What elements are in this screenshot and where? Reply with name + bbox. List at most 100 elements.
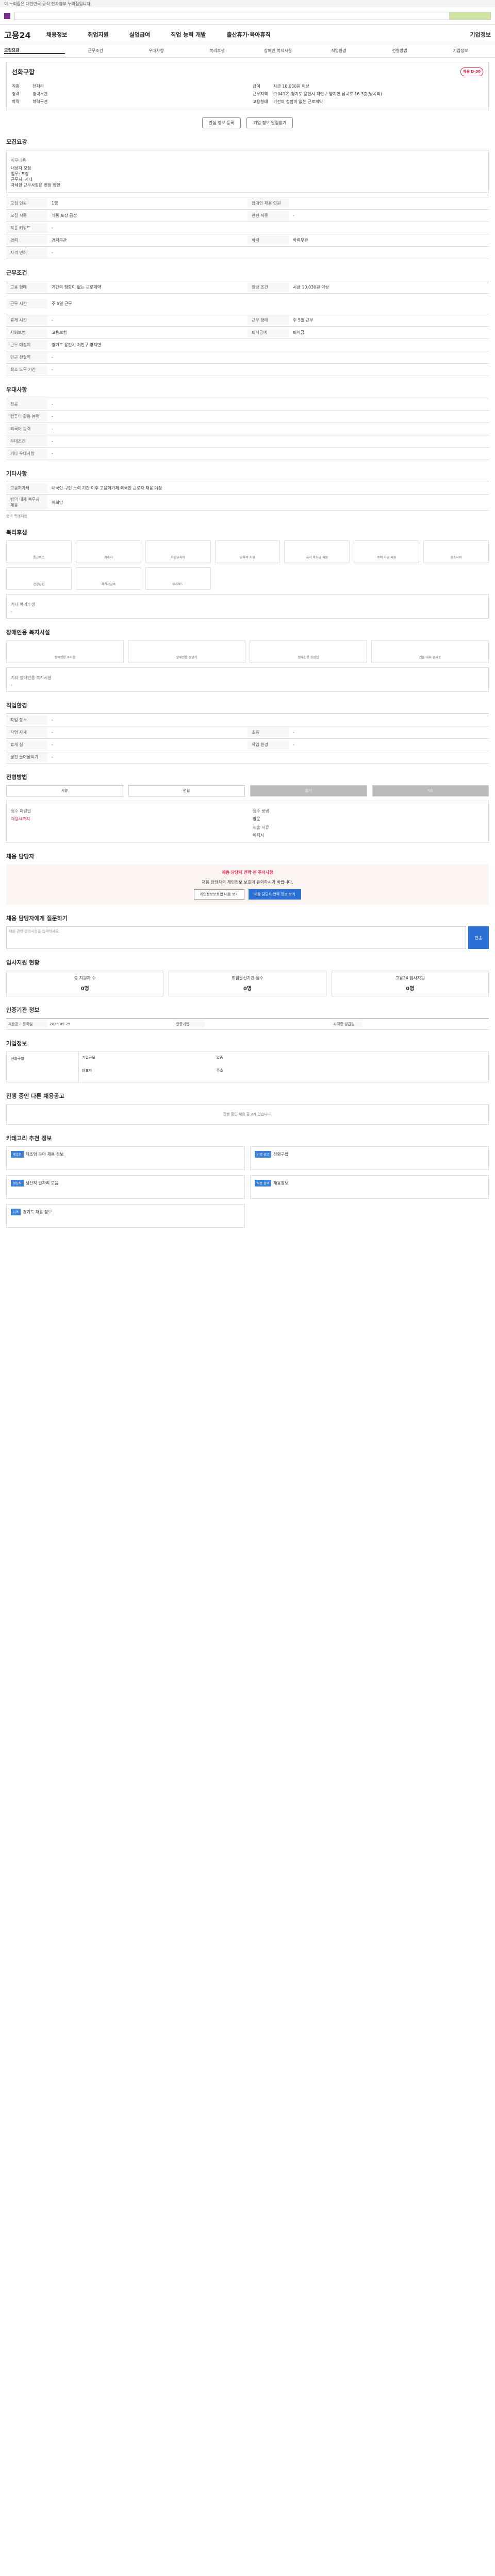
tab-welfare[interactable]: 복리후생: [187, 48, 248, 54]
table-cell: 시급 10,030원 이상: [293, 285, 329, 290]
bulletin-grid: 제조업 제조업 분야 채용 정보 기업 공고 선화구합 생산직 생산직 일자리 모음 …: [6, 1146, 489, 1228]
privacy-button[interactable]: 개인정보보호법 내용 보기: [194, 889, 244, 900]
env-table: 작업 장소 - 작업 자세 - 소음 - 휴게 실 - 작업 환경 - 물건 들어올리기 -: [6, 714, 489, 764]
favorite-button[interactable]: 관심 정보 등록: [202, 117, 241, 128]
table-cell: 컴퓨터 활용 능력: [6, 412, 47, 421]
main-nav: 고용24 채용정보 취업지원 실업급여 직업 능력 개발 출산휴가·육아휴직 기…: [0, 25, 495, 44]
tab-recruit[interactable]: 모집요강: [4, 47, 65, 54]
book-icon: 자기개발비: [75, 567, 141, 590]
stat-agency: 취업알선기관 접수 0명: [169, 971, 326, 996]
table-cell: 모집 인원: [6, 198, 47, 208]
welfare-extra-label: 기타 복리후생: [11, 602, 35, 607]
contact-title: 채용 담당자: [6, 853, 35, 860]
stat-online: 고용24 입사지원 0명: [331, 971, 489, 996]
facility-extra-label: 기타 장애인용 복지시설: [11, 675, 52, 680]
welfare-title: 복리후생: [6, 529, 27, 536]
table-cell: -: [293, 730, 294, 735]
contact-info-button[interactable]: 채용 담당자 연락 정보 보기: [248, 889, 301, 900]
table-cell: -: [52, 414, 53, 419]
bulletin-item[interactable]: 직종 검색 채용정보: [250, 1175, 489, 1199]
table-cell: 내국인 구인 노력 기간 이후 고용허가제 외국인 근로자 채용 예정: [52, 486, 162, 490]
table-cell: 물건 들어올리기: [6, 752, 47, 762]
site-logo[interactable]: 고용24: [4, 28, 31, 41]
tab-facility[interactable]: 장애인 복지시설: [248, 48, 308, 54]
table-cell: -: [52, 427, 53, 431]
bulletin-item[interactable]: 기업 공고 선화구합: [250, 1146, 489, 1170]
welfare-extra: -: [11, 609, 12, 614]
pref-title: 우대사항: [6, 386, 27, 393]
biz-cell: 업종: [216, 1056, 223, 1060]
gift-icon: 경조사비: [423, 540, 489, 563]
table-cell: 근무 시간: [6, 299, 47, 309]
inquiry-submit-button[interactable]: 전송: [468, 926, 489, 949]
method-title: 전형방법: [6, 774, 27, 781]
tab-env[interactable]: 직업환경: [308, 48, 369, 54]
table-cell: 퇴직금: [293, 330, 305, 335]
salary-label: 급여: [253, 84, 260, 89]
method-doc: 서류: [6, 785, 123, 796]
tab-method[interactable]: 전형방법: [369, 48, 430, 54]
table-cell: 직종 키워드: [6, 223, 47, 233]
related-empty: 진행 중인 채용 공고가 없습니다.: [6, 1104, 489, 1125]
table-cell: -: [293, 742, 294, 747]
job-desc-box: 직무내용 대상자 모집 업무: 포장 근무지: 사내 자세한 근무사항은 현장 …: [6, 150, 489, 193]
inquiry-title: 채용 담당자에게 질문하기: [6, 915, 68, 922]
nav-item-support[interactable]: 취업지원: [88, 30, 108, 39]
bulletin-item[interactable]: 제조업 제조업 분야 채용 정보: [6, 1146, 245, 1170]
table-cell: 휴게 시간: [6, 315, 47, 325]
contact-box: 채용 담당자 연락 전 주의사항 채용 담당자의 개인정보 보호에 유의하시기 …: [6, 865, 489, 905]
status-badge: 채용 D-30: [460, 67, 483, 76]
tab-company[interactable]: 기업정보: [430, 48, 491, 54]
tab-pref[interactable]: 우대사항: [126, 48, 187, 54]
related-title: 진행 중인 다른 채용공고: [6, 1093, 64, 1099]
env-title: 직업환경: [6, 702, 27, 709]
summary-card: 선화구합 채용 D-30 직종 전처리 경력 경력무관 학력 학력무관 급여 시급 10,…: [6, 62, 489, 110]
table-cell: 비희망: [52, 500, 63, 505]
loc-label: 근무지역: [253, 92, 268, 96]
other-title: 기타사항: [6, 470, 27, 477]
search-button[interactable]: [449, 12, 490, 20]
edu-value: 학력무관: [32, 99, 48, 104]
biz-cell: 주소: [216, 1069, 223, 1073]
special-link[interactable]: 병역 특례채용: [6, 514, 489, 519]
biz-name: 선화구합: [7, 1052, 79, 1082]
nav-item-jobs[interactable]: 채용정보: [46, 30, 67, 39]
career-label: 경력: [12, 92, 20, 96]
tab-conditions[interactable]: 근무조건: [65, 48, 126, 54]
table-cell: [362, 1022, 489, 1026]
doc-value: 이력서: [253, 833, 265, 838]
nav-item-benefit[interactable]: 실업급여: [129, 30, 150, 39]
table-cell: 퇴직급여: [248, 328, 289, 337]
contact-desc: 채용 담당자의 개인정보 보호에 유의하시기 바랍니다.: [202, 880, 293, 885]
biz-cell: [103, 1068, 217, 1079]
bus-icon: 통근버스: [6, 540, 72, 563]
table-cell: 경기도 용인시 처인구 양지면: [52, 343, 101, 347]
table-cell: 자격 면허: [6, 248, 47, 258]
biz-cell: 기업규모: [82, 1056, 95, 1060]
nav-item-leave[interactable]: 출산휴가·육아휴직: [227, 30, 271, 39]
table-cell: -: [52, 439, 53, 444]
search-input[interactable]: [14, 11, 491, 20]
table-cell: 경력: [6, 235, 47, 245]
table-cell: 병역 대체 복무자 채용: [6, 495, 47, 510]
table-cell: 2025.09.29: [50, 1022, 71, 1026]
nav-item-training[interactable]: 직업 능력 개발: [171, 30, 206, 39]
table-cell: 자격증 발급일: [331, 1019, 362, 1029]
table-cell: -: [52, 742, 53, 747]
table-cell: -: [52, 250, 53, 255]
job-desc-line: 대상자 모집: [11, 166, 31, 171]
bulletin-item[interactable]: 지역 경기도 채용 정보: [6, 1204, 245, 1228]
table-cell: 주 5일 근무: [52, 301, 72, 306]
nav-item-company[interactable]: 기업정보: [470, 30, 491, 39]
biz-cell: [237, 1055, 351, 1066]
table-cell: -: [52, 730, 53, 735]
bulletin-item[interactable]: 생산직 생산직 일자리 모음: [6, 1175, 245, 1199]
table-cell: 외국어 능력: [6, 424, 47, 434]
method-interview: 면접: [128, 785, 245, 796]
table-cell: 고용보험: [52, 330, 67, 335]
inquiry-input[interactable]: 채용 관련 문의사항을 입력하세요.: [6, 926, 466, 949]
recruit-title: 모집요강: [6, 139, 27, 145]
table-cell: 고용허가제: [6, 483, 47, 493]
table-cell: 작업 자세: [6, 727, 47, 737]
alert-button[interactable]: 기업 정보 알림받기: [246, 117, 293, 128]
